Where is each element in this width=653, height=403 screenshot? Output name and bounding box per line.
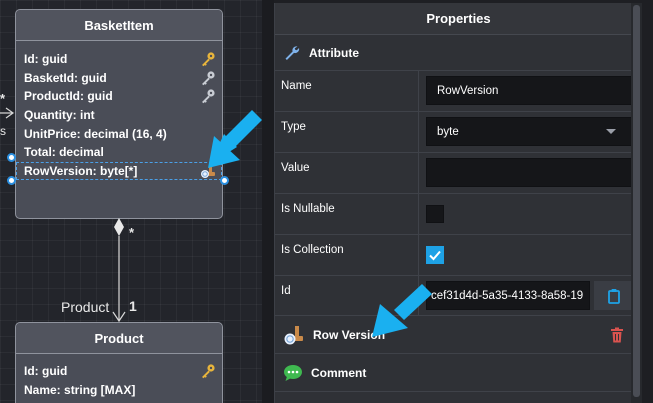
is-nullable-checkbox[interactable] (426, 205, 444, 223)
type-label: Type (275, 112, 419, 152)
section-comment[interactable]: Comment (275, 354, 642, 392)
callout-arrow-icon (372, 284, 432, 337)
panel-title: Properties (275, 3, 642, 35)
diagram-canvas[interactable]: BasketItem Id: guid BasketId: guid Produ… (0, 0, 262, 403)
target-role-label: Product (61, 299, 110, 315)
property-is-collection: Is Collection (275, 235, 642, 276)
attribute-label: Id: guid (24, 364, 68, 379)
property-type: Type byte (275, 112, 642, 153)
property-name: Name RowVersion (275, 71, 642, 112)
splitter[interactable] (262, 0, 274, 403)
target-multiplicity: 1 (129, 298, 137, 314)
is-collection-checkbox[interactable] (426, 246, 444, 264)
wrench-icon (285, 45, 300, 60)
source-multiplicity: * (129, 225, 135, 240)
property-is-nullable: Is Nullable (275, 194, 642, 235)
clipboard-icon (608, 288, 620, 304)
checkmark-icon (429, 250, 441, 261)
name-label: Name (275, 71, 419, 111)
section-row-version[interactable]: Row Version (275, 316, 642, 354)
properties-panel: Properties Attribute Name RowVersion Typ… (274, 3, 642, 403)
left-role-fragment: s (0, 124, 6, 138)
scrollbar[interactable] (631, 3, 642, 403)
trash-icon[interactable] (610, 327, 624, 343)
callout-arrow-icon (208, 110, 262, 168)
id-input[interactable]: cef31d4d-5a35-4133-8a58-19 (426, 281, 590, 310)
entity-title[interactable]: Product (16, 323, 222, 354)
name-input[interactable]: RowVersion (426, 76, 634, 105)
copy-button[interactable] (594, 281, 634, 310)
section-comment-label: Comment (311, 365, 367, 380)
key-gold-icon (202, 364, 215, 379)
section-attribute[interactable]: Attribute (275, 35, 642, 71)
attribute-label: Name: string [MAX] (24, 382, 136, 397)
chevron-down-icon[interactable] (606, 129, 616, 134)
left-multiplicity: * (0, 91, 6, 106)
property-value: Value (275, 153, 642, 194)
is-nullable-label: Is Nullable (275, 194, 419, 234)
comment-icon (284, 364, 302, 381)
property-id: Id cef31d4d-5a35-4133-8a58-19 (275, 276, 642, 316)
type-select[interactable]: byte (426, 117, 634, 146)
value-label: Value (275, 153, 419, 193)
is-collection-label: Is Collection (275, 235, 419, 275)
section-attribute-label: Attribute (309, 45, 359, 60)
attribute-name[interactable]: Name: string [MAX] (16, 381, 222, 400)
row-version-icon (284, 325, 303, 344)
attribute-id[interactable]: Id: guid (16, 362, 222, 381)
value-input[interactable] (426, 158, 634, 187)
entity-product[interactable]: Product Id: guid Name: string [MAX] (15, 322, 223, 403)
